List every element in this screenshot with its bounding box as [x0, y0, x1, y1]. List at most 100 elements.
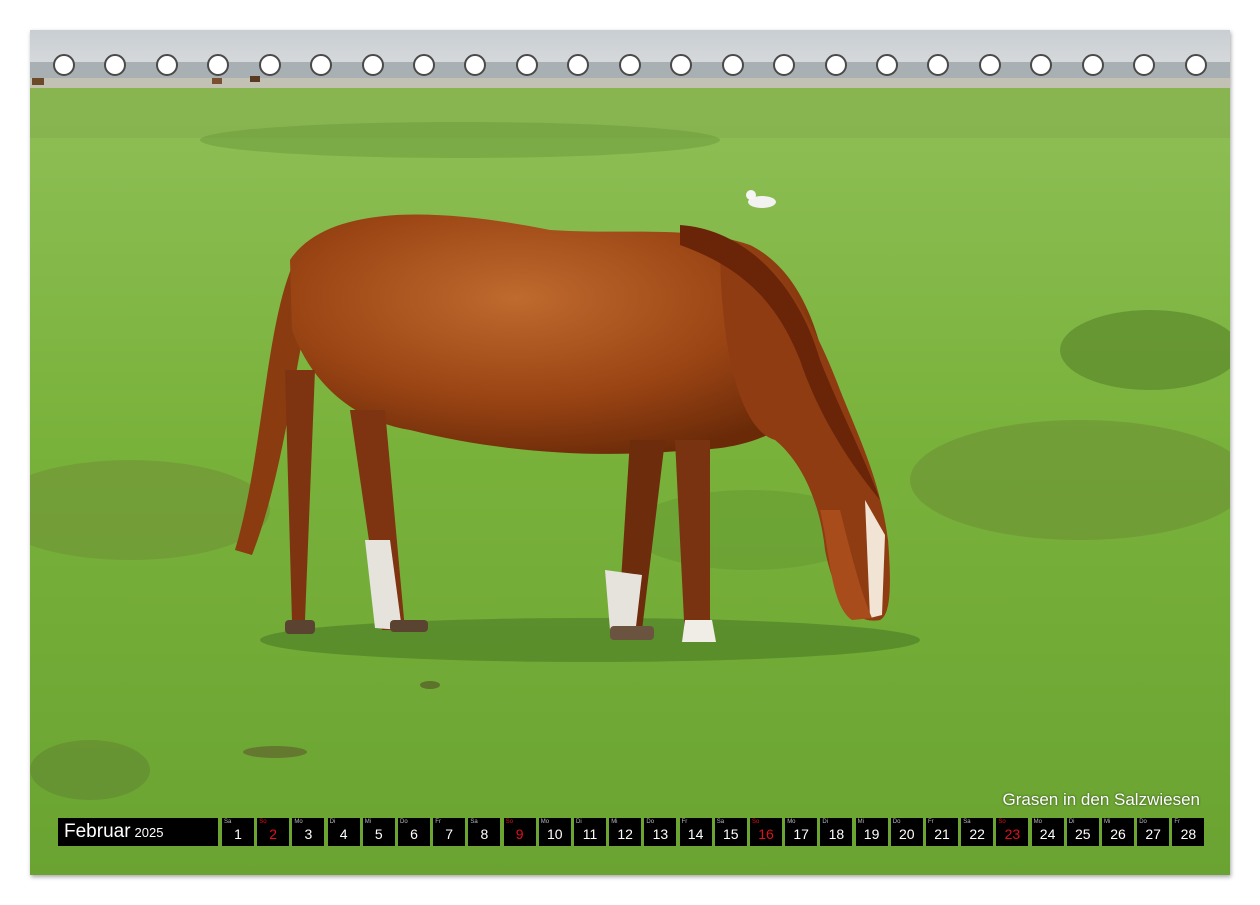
calendar-day: Mo 17	[785, 818, 818, 846]
binding-hole	[670, 54, 692, 76]
day-number: 15	[723, 826, 739, 842]
photo-caption: Grasen in den Salzwiesen	[1002, 790, 1200, 809]
calendar-day: Sa 1	[222, 818, 254, 846]
calendar-day: Mi 5	[362, 818, 395, 846]
weekday-abbr: So	[259, 819, 267, 825]
day-number: 7	[445, 826, 454, 842]
binding-hole	[619, 54, 641, 76]
calendar-day: Do 27	[1137, 818, 1170, 846]
weekday-abbr: Sa	[470, 819, 478, 825]
binding-hole	[413, 54, 435, 76]
calendar-day: So 2	[257, 818, 290, 846]
day-number: 5	[374, 826, 383, 842]
weekday-abbr: Mo	[294, 819, 303, 825]
day-number: 18	[828, 826, 845, 842]
weekday-abbr: Mi	[611, 819, 618, 825]
weekday-abbr: Mo	[540, 819, 550, 825]
day-number: 21	[934, 826, 950, 842]
month-label: Februar 2025	[58, 818, 218, 846]
day-number: 24	[1039, 826, 1056, 842]
day-number: 19	[863, 826, 880, 842]
photo	[30, 30, 1230, 875]
day-number: 4	[339, 826, 348, 842]
weekday-abbr: Di	[576, 819, 582, 825]
binding-holes	[0, 54, 1260, 80]
weekday-abbr: Sa	[963, 819, 971, 825]
calendar-day: So 16	[750, 818, 782, 846]
calendar-day: Do 13	[644, 818, 677, 846]
calendar-day: Fr 7	[433, 818, 466, 846]
day-number: 26	[1110, 826, 1126, 842]
calendar-day: So 9	[503, 818, 536, 846]
binding-hole	[104, 54, 126, 76]
binding-hole	[156, 54, 178, 76]
binding-hole	[464, 54, 486, 76]
calendar-day: Fr 28	[1172, 818, 1205, 846]
binding-hole	[979, 54, 1001, 76]
day-number: 16	[758, 826, 774, 842]
day-number: 3	[304, 826, 313, 842]
weekday-abbr: Mo	[787, 819, 796, 825]
calendar-day: Mo 3	[292, 818, 325, 846]
weekday-abbr: Sa	[224, 819, 232, 825]
day-number: 20	[899, 826, 915, 842]
weekday-abbr: So	[998, 819, 1006, 825]
day-number: 17	[793, 826, 809, 842]
weekday-abbr: Mi	[1104, 819, 1111, 825]
binding-hole	[1133, 54, 1155, 76]
day-number: 23	[1004, 826, 1021, 842]
day-number: 13	[652, 826, 669, 842]
day-number: 25	[1075, 826, 1091, 842]
weekday-abbr: Do	[1139, 819, 1147, 825]
calendar-day: So 23	[996, 818, 1029, 846]
day-number: 1	[234, 826, 242, 842]
weekday-abbr: Do	[400, 819, 408, 825]
day-number: 27	[1145, 826, 1161, 842]
binding-hole	[567, 54, 589, 76]
binding-hole	[310, 54, 332, 76]
day-number: 9	[515, 826, 524, 842]
weekday-abbr: Di	[1068, 819, 1075, 825]
binding-hole	[876, 54, 898, 76]
calendar-day: Fr 21	[926, 818, 958, 846]
calendar-day: Di 25	[1066, 818, 1099, 846]
calendar-day: Do 20	[890, 818, 923, 846]
binding-hole	[362, 54, 384, 76]
day-number: 2	[269, 826, 278, 842]
calendar-day: Mi 26	[1102, 818, 1134, 846]
binding-hole	[1082, 54, 1104, 76]
weekday-abbr: Do	[646, 819, 655, 825]
weekday-abbr: Do	[892, 819, 901, 825]
day-number: 11	[582, 826, 598, 842]
binding-hole	[53, 54, 75, 76]
calendar-day: Di 4	[327, 818, 360, 846]
calendar-day: Sa 8	[468, 818, 501, 846]
weekday-abbr: Fr	[928, 819, 934, 825]
weekday-abbr: Mi	[857, 819, 864, 825]
calendar-day: Do 6	[398, 818, 430, 846]
weekday-abbr: Fr	[435, 819, 441, 825]
month-year: 2025	[134, 825, 164, 840]
binding-hole	[927, 54, 949, 76]
calendar-day: Sa 15	[714, 818, 747, 846]
calendar-day: Mi 12	[609, 818, 642, 846]
calendar-day: Di 18	[820, 818, 853, 846]
weekday-abbr: Di	[329, 819, 336, 825]
day-number: 6	[410, 826, 418, 842]
binding-hole	[259, 54, 281, 76]
calendar-day: Sa 22	[961, 818, 994, 846]
weekday-abbr: Fr	[1174, 819, 1181, 825]
binding-hole	[207, 54, 229, 76]
weekday-abbr: Sa	[716, 819, 725, 825]
weekday-abbr: Mo	[1033, 819, 1042, 825]
weekday-abbr: So	[752, 819, 760, 825]
calendar-page: Grasen in den Salzwiesen Februar 2025 Sa 1…	[0, 0, 1260, 905]
calendar-day: Fr 14	[679, 818, 712, 846]
calendar-day: Mo 10	[538, 818, 571, 846]
day-number: 12	[617, 826, 633, 842]
day-number: 10	[547, 826, 563, 842]
binding-hole	[825, 54, 847, 76]
calendar-day: Mo 24	[1031, 818, 1064, 846]
day-number: 28	[1180, 826, 1197, 842]
binding-hole	[1185, 54, 1207, 76]
